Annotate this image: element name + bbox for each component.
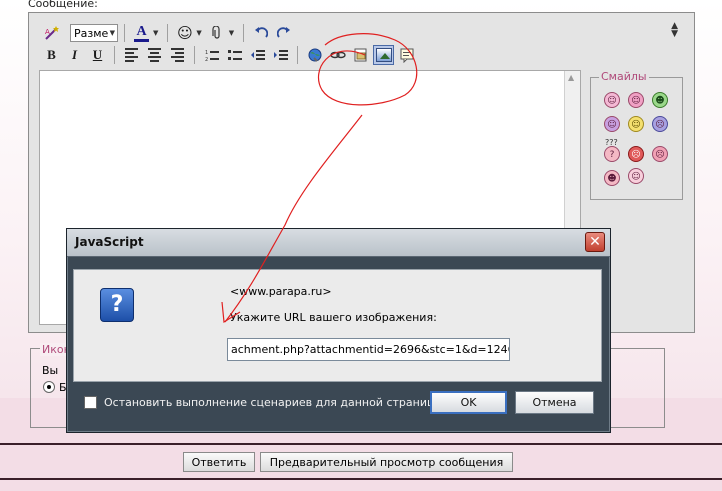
post-icons-label: Вы	[42, 364, 59, 377]
scroll-up-icon[interactable]: ▲	[568, 73, 574, 82]
quote-button[interactable]	[396, 45, 417, 65]
editor-toolbar-row-1: A Разме ▼ A ▼ ☺ ▼ ▼	[41, 22, 294, 44]
dialog-site-text: <www.parapa.ru>	[230, 285, 332, 298]
svg-text:2: 2	[205, 57, 208, 62]
redo-button[interactable]	[273, 23, 294, 43]
svg-text:A: A	[45, 28, 50, 36]
wand-icon[interactable]: A	[41, 23, 62, 43]
post-icon-radio[interactable]	[43, 381, 55, 393]
indent-button[interactable]	[270, 45, 291, 65]
toolbar-separator	[194, 46, 195, 64]
preview-button[interactable]: Предварительный просмотр сообщения	[260, 452, 513, 472]
stop-scripts-label: Остановить выполнение сценариев для данн…	[104, 396, 444, 409]
align-left-button[interactable]	[121, 45, 142, 65]
comment-icon	[400, 48, 413, 63]
smiley-confused-icon[interactable]: ?	[604, 146, 620, 162]
align-center-button[interactable]	[144, 45, 165, 65]
font-size-select-value: Разме	[74, 26, 109, 40]
dialog-titlebar[interactable]: JavaScript ✕	[67, 229, 610, 257]
smiley-content-icon[interactable]: ☺	[628, 116, 644, 132]
close-icon[interactable]: ✕	[585, 232, 605, 252]
resize-editor-icon[interactable]: ▲ ▼	[671, 22, 678, 39]
svg-text:1: 1	[205, 50, 208, 56]
outdent-icon	[250, 49, 265, 60]
unordered-list-icon	[227, 49, 242, 60]
smilies-legend: Смайлы	[599, 70, 649, 83]
smiley-grin-icon[interactable]: ☻	[652, 92, 668, 108]
question-icon: ?	[100, 288, 134, 322]
insert-image-button[interactable]	[373, 45, 394, 65]
stop-scripts-checkbox[interactable]	[84, 396, 97, 409]
outdent-button[interactable]	[247, 45, 268, 65]
unlink-icon	[329, 51, 346, 59]
cancel-button[interactable]: Отмена	[515, 391, 594, 414]
javascript-prompt-dialog: JavaScript ✕ ? <www.parapa.ru> Укажите U…	[66, 228, 611, 433]
indent-icon	[273, 49, 288, 60]
image-file-icon	[354, 48, 366, 62]
smiley-sad-icon[interactable]: ☹	[652, 116, 668, 132]
align-left-icon	[125, 48, 138, 62]
underline-button[interactable]: U	[87, 45, 108, 65]
dialog-title: JavaScript	[75, 235, 144, 249]
dialog-body: ? <www.parapa.ru> Укажите URL вашего изо…	[73, 269, 602, 382]
footer-divider-top	[0, 443, 722, 445]
font-color-button[interactable]: A	[131, 23, 152, 43]
smiley-happy-icon[interactable]: ☺	[628, 92, 644, 108]
italic-button[interactable]: I	[64, 45, 85, 65]
ordered-list-icon: 12	[205, 50, 219, 62]
reply-button[interactable]: Ответить	[183, 452, 255, 472]
toolbar-separator	[297, 46, 298, 64]
insert-image-icon	[375, 48, 392, 62]
image-url-input[interactable]: achment.php?attachmentid=2696&stc=1&d=12…	[227, 338, 510, 361]
undo-button[interactable]	[250, 23, 271, 43]
ok-button[interactable]: OK	[430, 391, 507, 414]
attach-menu-button[interactable]	[207, 23, 228, 43]
footer-divider-bottom	[0, 478, 722, 480]
ordered-list-button[interactable]: 12	[201, 45, 222, 65]
smiley-dropdown-icon[interactable]: ▼	[196, 29, 201, 37]
font-color-icon: A	[134, 24, 149, 42]
smiley-cool-icon[interactable]: ☻	[604, 170, 620, 186]
toolbar-separator	[167, 24, 169, 42]
toolbar-separator	[243, 24, 245, 42]
insert-image-file-button[interactable]	[350, 45, 371, 65]
smiley-angry-icon[interactable]: ☹	[628, 146, 644, 162]
bold-button[interactable]: B	[41, 45, 62, 65]
smiley-wink-icon[interactable]: ☺	[604, 116, 620, 132]
align-right-button[interactable]	[167, 45, 188, 65]
attach-dropdown-icon[interactable]: ▼	[229, 29, 234, 37]
message-label: Сообщение:	[28, 0, 98, 10]
unordered-list-button[interactable]	[224, 45, 245, 65]
unlink-button[interactable]	[327, 45, 348, 65]
chevron-down-icon: ▼	[109, 29, 115, 37]
editor-toolbar-row-2: B I U 12	[41, 44, 417, 66]
dialog-prompt-text: Укажите URL вашего изображения:	[230, 311, 437, 324]
smiley-smile-icon[interactable]: ☺	[604, 92, 620, 108]
smiley-shocked-icon[interactable]: ☺	[628, 168, 644, 184]
smiley-menu-button[interactable]: ☺	[174, 23, 195, 43]
font-color-dropdown-icon[interactable]: ▼	[153, 29, 158, 37]
font-size-select[interactable]: Разме ▼	[70, 24, 118, 42]
align-center-icon	[148, 48, 161, 62]
insert-link-button[interactable]	[304, 45, 325, 65]
toolbar-separator	[124, 24, 125, 42]
smiley-frown-icon[interactable]: ☹	[652, 146, 668, 162]
toolbar-separator	[114, 46, 115, 64]
align-right-icon	[171, 48, 184, 62]
globe-link-icon	[308, 48, 321, 62]
